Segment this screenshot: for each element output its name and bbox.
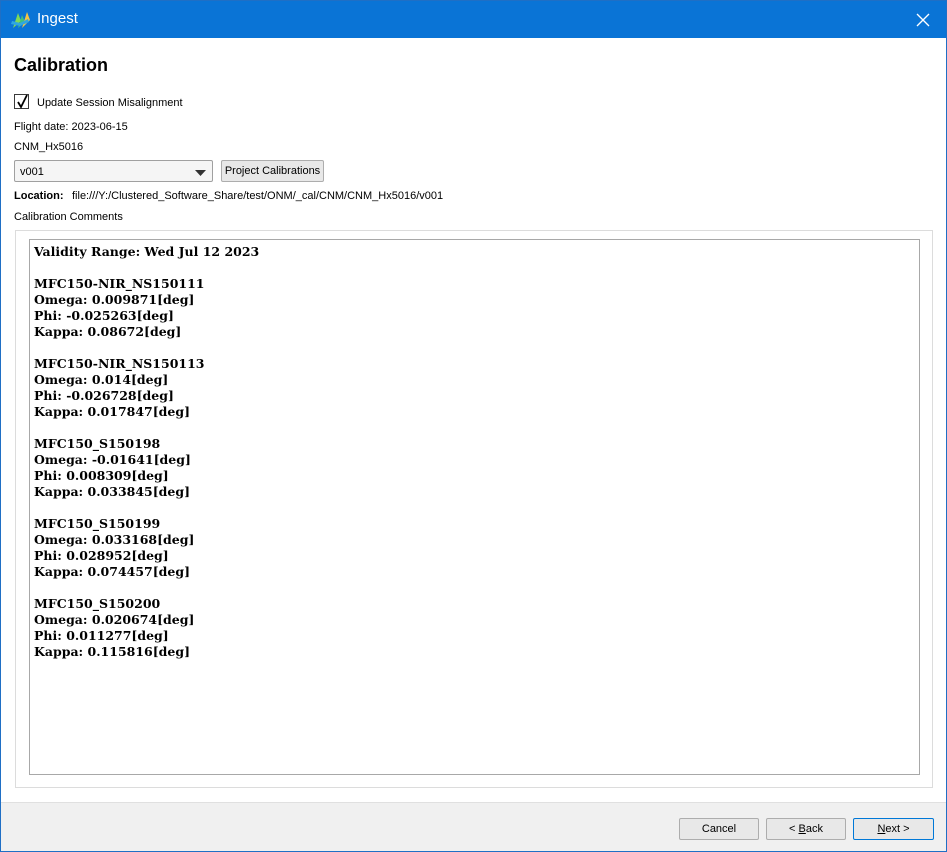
comment-line: Omega: 0.009871[deg] — [34, 292, 195, 307]
location-path: file:///Y:/Clustered_Software_Share/test… — [72, 190, 444, 202]
comment-line — [34, 500, 915, 516]
ingest-window: Ingest Calibration Update Session Misali… — [0, 0, 947, 852]
next-button[interactable]: Next > — [853, 818, 934, 840]
version-select-value: v001 — [20, 166, 44, 178]
comment-line: Kappa: 0.115816[deg] — [34, 644, 191, 659]
flight-date: Flight date: 2023-06-15 — [14, 121, 128, 133]
comment-line: MFC150-NIR_NS150111 — [34, 276, 205, 291]
page-title: Calibration — [14, 55, 109, 75]
comment-line: Omega: 0.014[deg] — [34, 372, 169, 387]
comment-line — [34, 420, 915, 436]
window-title: Ingest — [37, 10, 78, 27]
comment-line: Omega: 0.033168[deg] — [34, 532, 195, 547]
comment-line — [34, 260, 915, 276]
comment-line: Omega: -0.01641[deg] — [34, 452, 191, 467]
close-button[interactable] — [900, 1, 946, 38]
project-calibrations-button[interactable]: Project Calibrations — [221, 160, 324, 182]
comment-line: Kappa: 0.033845[deg] — [34, 484, 191, 499]
calibration-comments-label: Calibration Comments — [14, 211, 123, 223]
comment-line: Kappa: 0.017847[deg] — [34, 404, 191, 419]
back-button-mnemonic: B — [798, 823, 806, 835]
next-button-rest: ext > — [885, 823, 910, 835]
location-label: Location: — [14, 190, 64, 202]
back-button-prefix: < — [789, 823, 799, 835]
update-misalignment-label[interactable]: Update Session Misalignment — [37, 97, 183, 109]
comment-line: Phi: -0.026728[deg] — [34, 388, 174, 403]
comment-line: MFC150_S150199 — [34, 516, 161, 531]
comment-line: Validity Range: Wed Jul 12 2023 — [34, 244, 260, 259]
comment-line — [34, 580, 915, 596]
comment-line: Kappa: 0.08672[deg] — [34, 324, 182, 339]
comment-line: MFC150-NIR_NS150113 — [34, 356, 205, 371]
version-select[interactable]: v001 — [14, 160, 213, 182]
comment-line: Phi: 0.028952[deg] — [34, 548, 169, 563]
comment-line: MFC150_S150200 — [34, 596, 161, 611]
dialog-footer: Cancel < Back Next > — [1, 802, 946, 851]
back-button[interactable]: < Back — [766, 818, 846, 840]
comment-line: Phi: 0.011277[deg] — [34, 628, 169, 643]
title-bar[interactable]: Ingest — [1, 1, 946, 38]
ingest-logo-icon — [10, 9, 32, 31]
calibration-comments-textarea[interactable]: Validity Range: Wed Jul 12 2023 MFC150-NI… — [29, 239, 920, 775]
cancel-button[interactable]: Cancel — [679, 818, 759, 840]
update-misalignment-checkbox[interactable] — [14, 94, 29, 109]
comment-line: MFC150_S150198 — [34, 436, 161, 451]
back-button-rest: ack — [805, 823, 823, 835]
chevron-down-icon — [195, 168, 206, 180]
comment-line: Phi: -0.025263[deg] — [34, 308, 174, 323]
comment-line: Phi: 0.008309[deg] — [34, 468, 169, 483]
comment-line: Omega: 0.020674[deg] — [34, 612, 195, 627]
comment-line: Kappa: 0.074457[deg] — [34, 564, 191, 579]
comment-line — [34, 340, 915, 356]
next-button-mnemonic: N — [877, 823, 886, 835]
sensor-name: CNM_Hx5016 — [14, 141, 84, 153]
